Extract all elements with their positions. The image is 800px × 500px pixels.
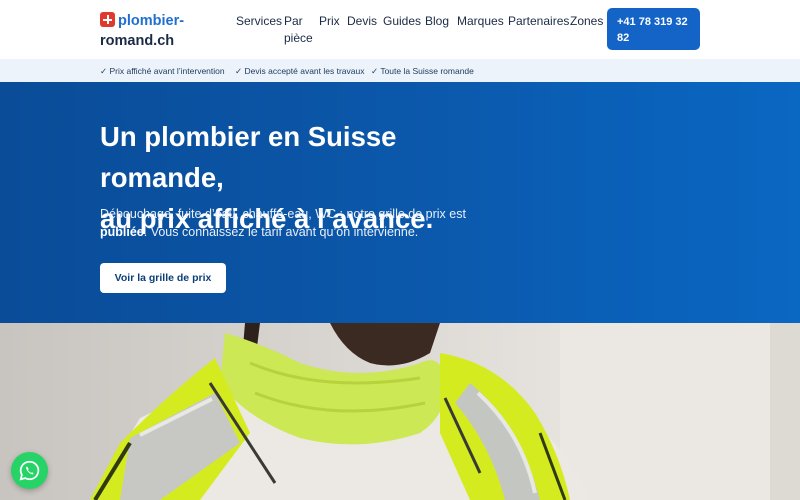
nav-link-devis[interactable]: Devis xyxy=(347,13,377,30)
price-grid-button[interactable]: Voir la grille de prix xyxy=(100,263,226,293)
nav-link-partenaires[interactable]: Partenaires xyxy=(508,13,569,30)
hero-subtitle-text1: Débouchage, fuite d’eau, chauffe-eau, WC… xyxy=(100,207,466,221)
hero-subtitle-bold: publiée xyxy=(100,225,144,239)
logo-text-part1: plombier- xyxy=(118,13,185,29)
trust-item-region: ✓ Toute la Suisse romande xyxy=(371,66,474,76)
site-header: plombier- romand.ch Services Par pièce P… xyxy=(0,0,800,59)
hero-subtitle-text2: . Vous connaissez le tarif avant qu’on i… xyxy=(143,225,419,239)
hero-photo-plumber xyxy=(0,323,800,500)
hero-section: Un plombier en Suisse romande, au prix a… xyxy=(0,82,800,323)
logo-text-part2: romand.ch xyxy=(100,33,175,49)
hero-subtitle: Débouchage, fuite d’eau, chauffe-eau, WC… xyxy=(100,205,510,241)
nav-link-prix[interactable]: Prix xyxy=(319,13,340,30)
plumber-illustration xyxy=(90,323,800,500)
swiss-cross-icon xyxy=(100,12,115,27)
trust-bar: ✓ Prix affiché avant l’intervention ✓ De… xyxy=(0,59,800,82)
whatsapp-icon xyxy=(19,460,40,481)
hero-title-line1: Un plombier en Suisse romande, xyxy=(100,121,397,193)
nav-link-marques[interactable]: Marques xyxy=(457,13,504,30)
trust-item-prix: ✓ Prix affiché avant l’intervention xyxy=(100,66,225,76)
nav-link-guides[interactable]: Guides xyxy=(383,13,421,30)
phone-call-button[interactable]: +41 78 319 32 82 xyxy=(607,8,700,50)
nav-link-blog[interactable]: Blog xyxy=(425,13,449,30)
site-logo[interactable]: plombier- romand.ch xyxy=(100,11,210,51)
nav-link-services[interactable]: Services xyxy=(236,13,282,30)
whatsapp-button[interactable] xyxy=(11,452,48,489)
nav-link-zones[interactable]: Zones xyxy=(570,13,603,30)
trust-item-devis: ✓ Devis accepté avant les travaux xyxy=(235,66,365,76)
nav-link-par-piece[interactable]: Par pièce xyxy=(284,13,314,47)
